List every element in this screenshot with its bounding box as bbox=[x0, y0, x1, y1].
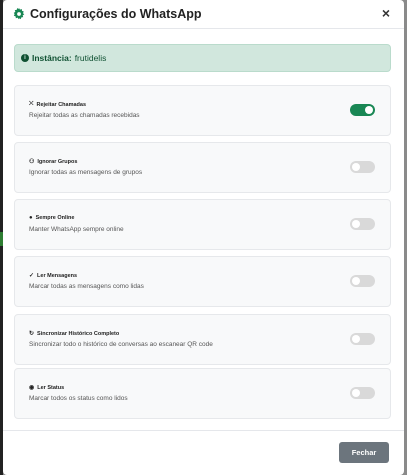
setting-title: Ler Mensagens bbox=[37, 272, 78, 279]
setting-card-read-status: ◉ Ler Status Marcar todos os status como… bbox=[14, 368, 391, 419]
modal-footer: Fechar bbox=[3, 430, 404, 475]
toggle-read-messages[interactable] bbox=[350, 275, 375, 287]
modal-header: Configurações do WhatsApp × bbox=[3, 0, 404, 29]
whatsapp-settings-modal: Configurações do WhatsApp × i Instância:… bbox=[3, 0, 404, 475]
users-icon: ⚇ bbox=[29, 159, 35, 165]
instance-alert: i Instância: frutidelis bbox=[14, 44, 391, 72]
setting-title: Sincronizar Histórico Completo bbox=[37, 330, 120, 337]
instance-label: Instância: bbox=[32, 53, 72, 63]
toggle-knob bbox=[352, 277, 360, 285]
setting-title: Sempre Online bbox=[35, 215, 75, 221]
setting-description: Marcar todos os status como lidos bbox=[29, 395, 128, 402]
eye-icon: ◉ bbox=[29, 385, 35, 391]
info-icon: i bbox=[21, 54, 29, 62]
setting-card-ignore-groups: ⚇ Ignorar Grupos Ignorar todas as mensag… bbox=[14, 142, 391, 193]
toggle-reject-calls[interactable] bbox=[350, 104, 375, 116]
setting-title: Rejeitar Chamadas bbox=[36, 101, 87, 108]
setting-card-reject-calls: ⛌ Rejeitar Chamadas Rejeitar todas as ch… bbox=[14, 85, 391, 136]
toggle-sync-history[interactable] bbox=[350, 333, 375, 345]
setting-card-sync-history: ↻ Sincronizar Histórico Completo Sincron… bbox=[14, 314, 391, 365]
modal-title: Configurações do WhatsApp bbox=[13, 7, 202, 21]
circle-icon: ● bbox=[29, 215, 33, 221]
setting-title: Ler Status bbox=[37, 384, 65, 391]
setting-description: Manter WhatsApp sempre online bbox=[29, 226, 124, 233]
toggle-ignore-groups[interactable] bbox=[350, 161, 375, 173]
close-button[interactable]: Fechar bbox=[339, 442, 389, 463]
gear-icon bbox=[13, 8, 25, 20]
setting-card-always-online: ● Sempre Online Manter WhatsApp sempre o… bbox=[14, 199, 391, 250]
toggle-knob bbox=[365, 106, 373, 114]
phone-off-icon: ⛌ bbox=[29, 101, 34, 107]
instance-value: frutidelis bbox=[74, 53, 107, 63]
setting-description: Marcar todas as mensagens como lidas bbox=[29, 283, 144, 290]
toggle-knob bbox=[352, 220, 360, 228]
close-icon[interactable]: × bbox=[382, 5, 390, 21]
history-icon: ↻ bbox=[29, 331, 35, 337]
setting-card-read-messages: ✓ Ler Mensagens Marcar todas as mensagen… bbox=[14, 256, 391, 307]
toggle-knob bbox=[352, 335, 360, 343]
setting-title: Ignorar Grupos bbox=[37, 158, 78, 165]
setting-description: Rejeitar todas as chamadas recebidas bbox=[29, 112, 140, 119]
toggle-knob bbox=[352, 163, 360, 171]
modal-body: i Instância: frutidelis ⛌ Rejeitar Chama… bbox=[3, 28, 404, 430]
toggle-always-online[interactable] bbox=[350, 218, 375, 230]
check-icon: ✓ bbox=[29, 273, 35, 279]
modal-title-text: Configurações do WhatsApp bbox=[30, 7, 202, 21]
setting-description: Ignorar todas as mensagens de grupos bbox=[29, 169, 143, 176]
toggle-knob bbox=[352, 389, 360, 397]
toggle-read-status[interactable] bbox=[350, 387, 375, 399]
setting-description: Sincronizar todo o histórico de conversa… bbox=[29, 341, 213, 348]
